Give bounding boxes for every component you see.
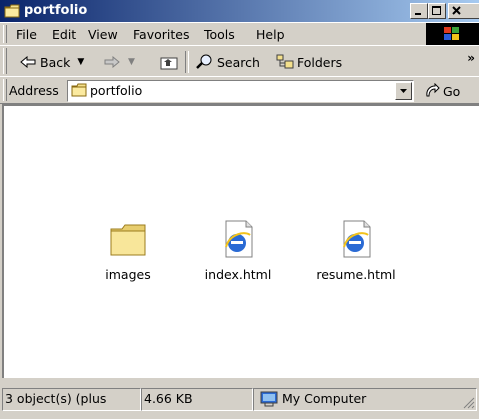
address-value: portfolio	[90, 83, 143, 98]
windows-logo	[426, 23, 479, 45]
menu-view[interactable]: View	[88, 27, 118, 42]
address-input[interactable]: portfolio	[67, 80, 414, 102]
folder-icon	[71, 83, 87, 97]
forward-dropdown-icon[interactable]: ▼	[128, 57, 135, 67]
menu-tools[interactable]: Tools	[204, 27, 235, 42]
ie-document-icon	[343, 220, 371, 258]
up-folder-icon	[160, 57, 178, 70]
status-size-text: 4.66 KB	[144, 391, 193, 406]
addressbar-grip[interactable]	[3, 79, 7, 101]
minimize-icon	[415, 13, 421, 15]
windows-flag-icon	[444, 27, 459, 40]
file-name: index.html	[204, 267, 272, 282]
status-zone: My Computer	[253, 388, 477, 411]
back-dropdown-icon[interactable]: ▼	[77, 57, 84, 67]
resize-grip-icon[interactable]	[463, 397, 475, 409]
toolbar-separator	[185, 51, 189, 73]
title-bar[interactable]: portfolio	[0, 0, 479, 22]
file-view[interactable]: images index.html resume.html	[2, 104, 479, 378]
ie-document-icon	[225, 220, 253, 258]
close-icon	[452, 6, 461, 15]
minimize-button[interactable]	[410, 3, 428, 19]
file-name: resume.html	[316, 267, 396, 282]
status-objects-text: 3 object(s) (plus	[5, 391, 107, 406]
search-button[interactable]: Search	[196, 53, 260, 71]
folders-button[interactable]: Folders	[276, 53, 342, 71]
address-bar: Address portfolio Go	[0, 76, 479, 104]
menu-file[interactable]: File	[16, 27, 37, 42]
file-item-resume[interactable]: resume.html	[308, 219, 404, 282]
toolbar-overflow-chevron[interactable]: »	[467, 51, 475, 65]
up-folder-button[interactable]	[160, 53, 178, 71]
address-dropdown-button[interactable]	[395, 82, 412, 100]
status-bar: 3 object(s) (plus 4.66 KB My Computer	[0, 378, 479, 419]
search-label: Search	[217, 54, 260, 70]
go-label: Go	[443, 83, 461, 99]
go-button[interactable]: Go	[423, 83, 460, 99]
standard-toolbar: Back ▼ ▼ Search Folders »	[0, 45, 479, 77]
back-button[interactable]: Back ▼	[20, 53, 84, 71]
window-title: portfolio	[24, 3, 88, 18]
toolbar-grip[interactable]	[3, 48, 7, 74]
file-item-index[interactable]: index.html	[190, 219, 286, 282]
forward-arrow-icon	[104, 56, 120, 68]
forward-button[interactable]: ▼	[104, 53, 135, 71]
my-computer-icon	[260, 391, 278, 407]
chevron-down-icon	[400, 89, 407, 93]
menubar-grip[interactable]	[3, 25, 7, 43]
search-icon	[196, 54, 212, 69]
menu-bar: File Edit View Favorites Tools Help	[0, 22, 479, 46]
menu-edit[interactable]: Edit	[52, 27, 76, 42]
maximize-button[interactable]	[428, 3, 446, 19]
status-object-count: 3 object(s) (plus	[2, 388, 141, 411]
back-label: Back	[40, 54, 71, 70]
file-item-images[interactable]: images	[80, 219, 176, 282]
explorer-window: portfolio File Edit View Favorites Tools…	[0, 0, 479, 419]
folder-icon	[4, 4, 20, 18]
go-arrow-icon	[426, 83, 440, 97]
maximize-icon	[432, 6, 441, 15]
folders-tree-icon	[276, 54, 294, 69]
folder-icon	[110, 224, 146, 256]
folders-label: Folders	[297, 54, 343, 70]
close-button[interactable]	[448, 3, 479, 19]
menu-help[interactable]: Help	[256, 27, 285, 42]
status-size: 4.66 KB	[141, 388, 253, 411]
status-zone-text: My Computer	[282, 391, 367, 406]
file-name: images	[105, 267, 151, 282]
back-arrow-icon	[20, 56, 36, 68]
address-label: Address	[9, 83, 59, 98]
menu-favorites[interactable]: Favorites	[133, 27, 189, 42]
